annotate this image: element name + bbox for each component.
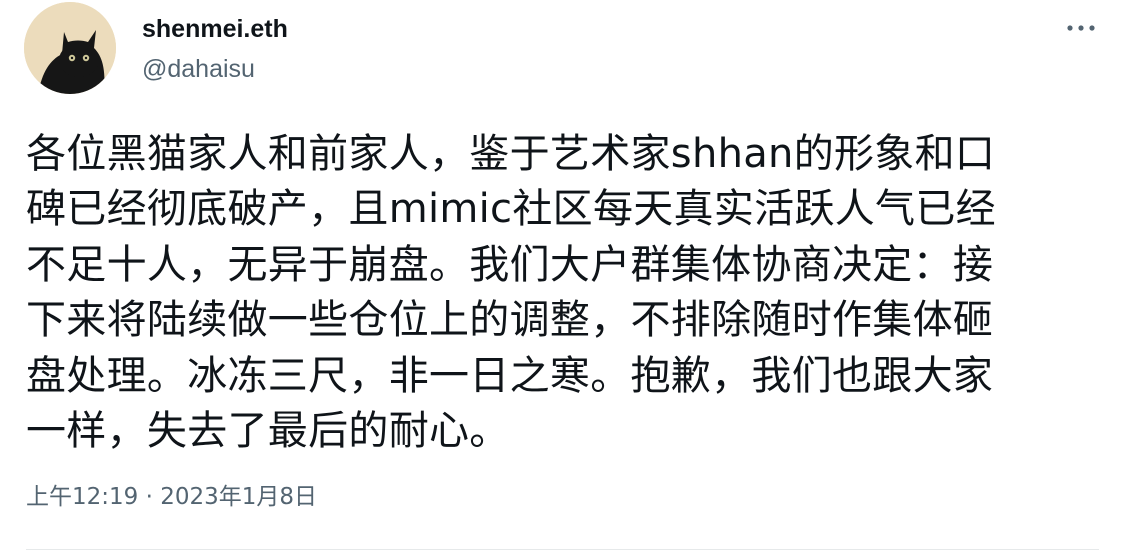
tweet-timestamp[interactable]: 上午12:19 · 2023年1月8日 [26, 482, 317, 512]
tweet-text-line: 不足十人，无异于崩盘。我们大户群集体协商决定：接 [26, 241, 994, 288]
tweet-card: shenmei.eth @dahaisu 各位黑猫家人和前家人，鉴于艺术家shh… [0, 0, 1125, 553]
tweet-text-line: 一样，失去了最后的耐心。 [26, 408, 510, 455]
more-options-button[interactable] [1063, 16, 1099, 40]
tweet-text-line: 盘处理。冰冻三尺，非一日之寒。抱歉，我们也跟大家 [26, 352, 994, 399]
tweet-text-line: 下来将陆续做一些仓位上的调整，不排除随时作集体砸 [26, 297, 994, 344]
author-display-name[interactable]: shenmei.eth [142, 14, 288, 44]
tweet-author: shenmei.eth @dahaisu [142, 14, 288, 84]
tweet-text-line: 各位黑猫家人和前家人，鉴于艺术家shhan的形象和口 [26, 131, 996, 177]
divider [26, 549, 1099, 550]
more-options-icon [1067, 25, 1095, 31]
author-handle[interactable]: @dahaisu [142, 54, 288, 84]
black-cat-avatar-icon [24, 2, 116, 94]
avatar[interactable] [24, 2, 116, 94]
tweet-text: 各位黑猫家人和前家人，鉴于艺术家shhan的形象和口 碑已经彻底破产，且mimi… [26, 127, 1101, 459]
tweet-text-line: 碑已经彻底破产，且mimic社区每天真实活跃人气已经 [26, 186, 996, 233]
